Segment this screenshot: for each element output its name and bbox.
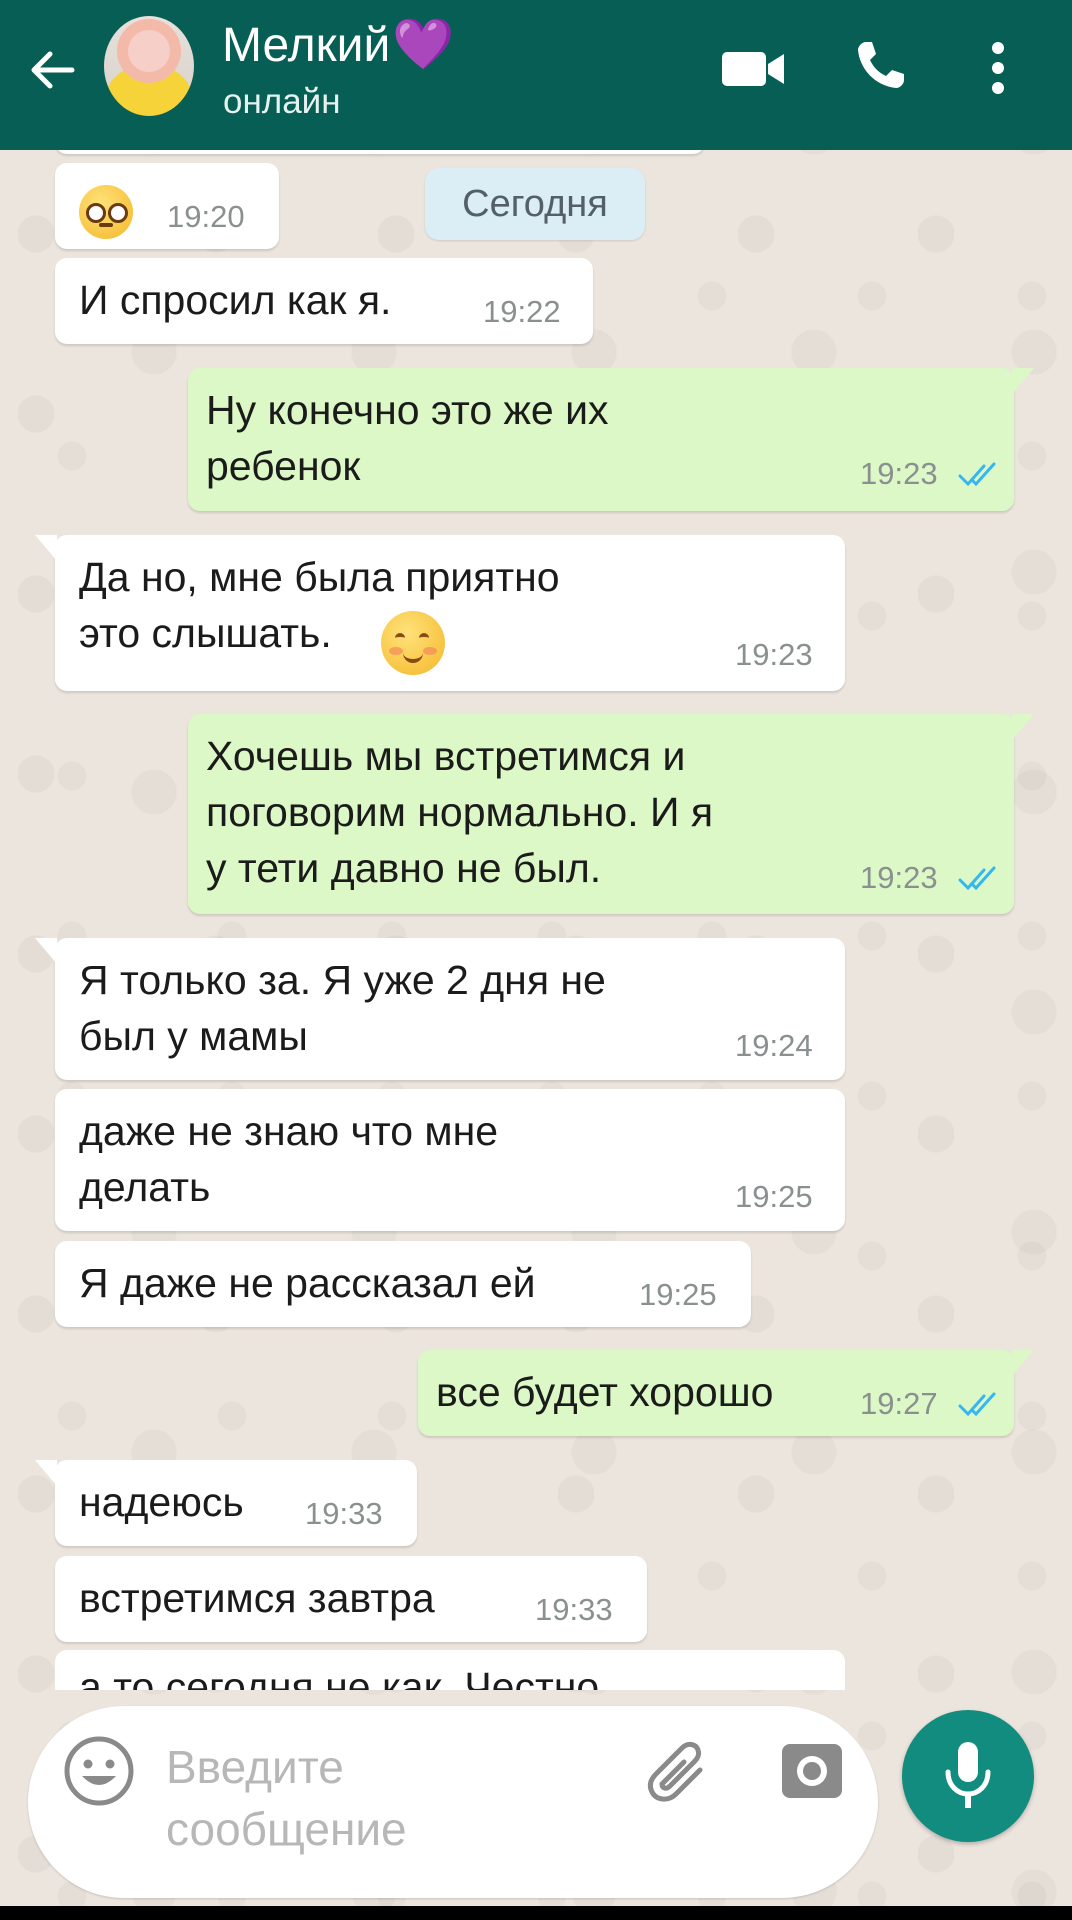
message-text: Я даже не рассказал ей bbox=[79, 1260, 536, 1306]
date-separator: Сегодня bbox=[425, 168, 645, 240]
message-text: Хочешь мы встретимся и поговорим нормаль… bbox=[206, 733, 714, 891]
smiling-face-emoji bbox=[381, 611, 445, 675]
message-text: встретимся завтра bbox=[79, 1575, 435, 1621]
message-outgoing[interactable]: Хочешь мы встретимся и поговорим нормаль… bbox=[188, 714, 1034, 914]
contact-status: онлайн bbox=[223, 82, 341, 121]
message-input[interactable]: Введите сообщение bbox=[166, 1736, 407, 1860]
message-time: 19:23 bbox=[860, 456, 938, 491]
message-time: 19:33 bbox=[305, 1496, 383, 1531]
read-ticks-icon bbox=[958, 462, 996, 487]
message-text: Да но, мне была приятно это слышать. bbox=[79, 554, 560, 656]
message-incoming[interactable]: 19:20 bbox=[55, 163, 279, 249]
chat-header: Мелкий💜 онлайн bbox=[0, 0, 1072, 150]
message-time: 19:24 bbox=[735, 1028, 813, 1063]
contact-name[interactable]: Мелкий💜 bbox=[222, 14, 455, 76]
message-time: 19:20 bbox=[167, 199, 245, 234]
camera-icon[interactable] bbox=[780, 1738, 844, 1802]
message-incoming[interactable]: даже не знаю что мне делать 19:25 bbox=[55, 1089, 845, 1231]
system-nav-bar bbox=[0, 1906, 1072, 1920]
message-text: Я только за. Я уже 2 дня не был у мамы bbox=[79, 957, 606, 1059]
back-arrow-icon[interactable] bbox=[26, 44, 78, 96]
contact-name-text: Мелкий bbox=[222, 19, 391, 72]
message-incoming[interactable]: Я только за. Я уже 2 дня не был у мамы 1… bbox=[35, 938, 845, 1080]
phone-call-icon[interactable] bbox=[850, 36, 910, 96]
purple-heart-emoji: 💜 bbox=[392, 16, 455, 72]
message-incoming[interactable]: И спросил как я. 19:22 bbox=[55, 258, 593, 344]
video-call-icon[interactable] bbox=[718, 44, 788, 94]
message-outgoing[interactable]: все будет хорошо 19:27 bbox=[418, 1350, 1034, 1436]
message-incoming[interactable]: надеюсь 19:33 bbox=[35, 1460, 417, 1546]
pleading-face-emoji bbox=[79, 185, 133, 239]
message-time: 19:23 bbox=[735, 637, 813, 672]
message-text: надеюсь bbox=[79, 1479, 244, 1525]
message-input-box[interactable]: Введите сообщение bbox=[28, 1706, 878, 1898]
message-outgoing[interactable]: Ну конечно это же их ребенок 19:23 bbox=[188, 368, 1034, 511]
message-time: 19:33 bbox=[535, 1592, 613, 1627]
emoji-icon[interactable] bbox=[62, 1734, 136, 1808]
mic-icon bbox=[945, 1742, 991, 1808]
message-time: 19:25 bbox=[639, 1277, 717, 1312]
contact-avatar[interactable] bbox=[104, 16, 194, 116]
message-time: 19:25 bbox=[735, 1179, 813, 1214]
more-options-icon[interactable] bbox=[988, 40, 1008, 96]
message-incoming-partial[interactable]: а то сегодня не как. Честно bbox=[55, 1650, 845, 1690]
message-text: даже не знаю что мне делать bbox=[79, 1108, 499, 1210]
message-incoming[interactable]: встретимся завтра 19:33 bbox=[55, 1556, 647, 1642]
message-time: 19:27 bbox=[860, 1386, 938, 1421]
message-time: 19:22 bbox=[483, 294, 561, 329]
message-incoming[interactable]: Я даже не рассказал ей 19:25 bbox=[55, 1241, 751, 1327]
message-text: а то сегодня не как. Честно bbox=[79, 1664, 600, 1690]
voice-record-button[interactable] bbox=[902, 1710, 1034, 1842]
attach-icon[interactable] bbox=[642, 1736, 716, 1810]
message-text: Ну конечно это же их ребенок bbox=[206, 387, 609, 489]
message-text: все будет хорошо bbox=[436, 1369, 774, 1415]
message-time: 19:23 bbox=[860, 860, 938, 895]
read-ticks-icon bbox=[958, 866, 996, 891]
message-text: И спросил как я. bbox=[79, 277, 392, 323]
message-incoming[interactable]: Да но, мне была приятно это слышать. 19:… bbox=[35, 535, 845, 691]
read-ticks-icon bbox=[958, 1392, 996, 1417]
